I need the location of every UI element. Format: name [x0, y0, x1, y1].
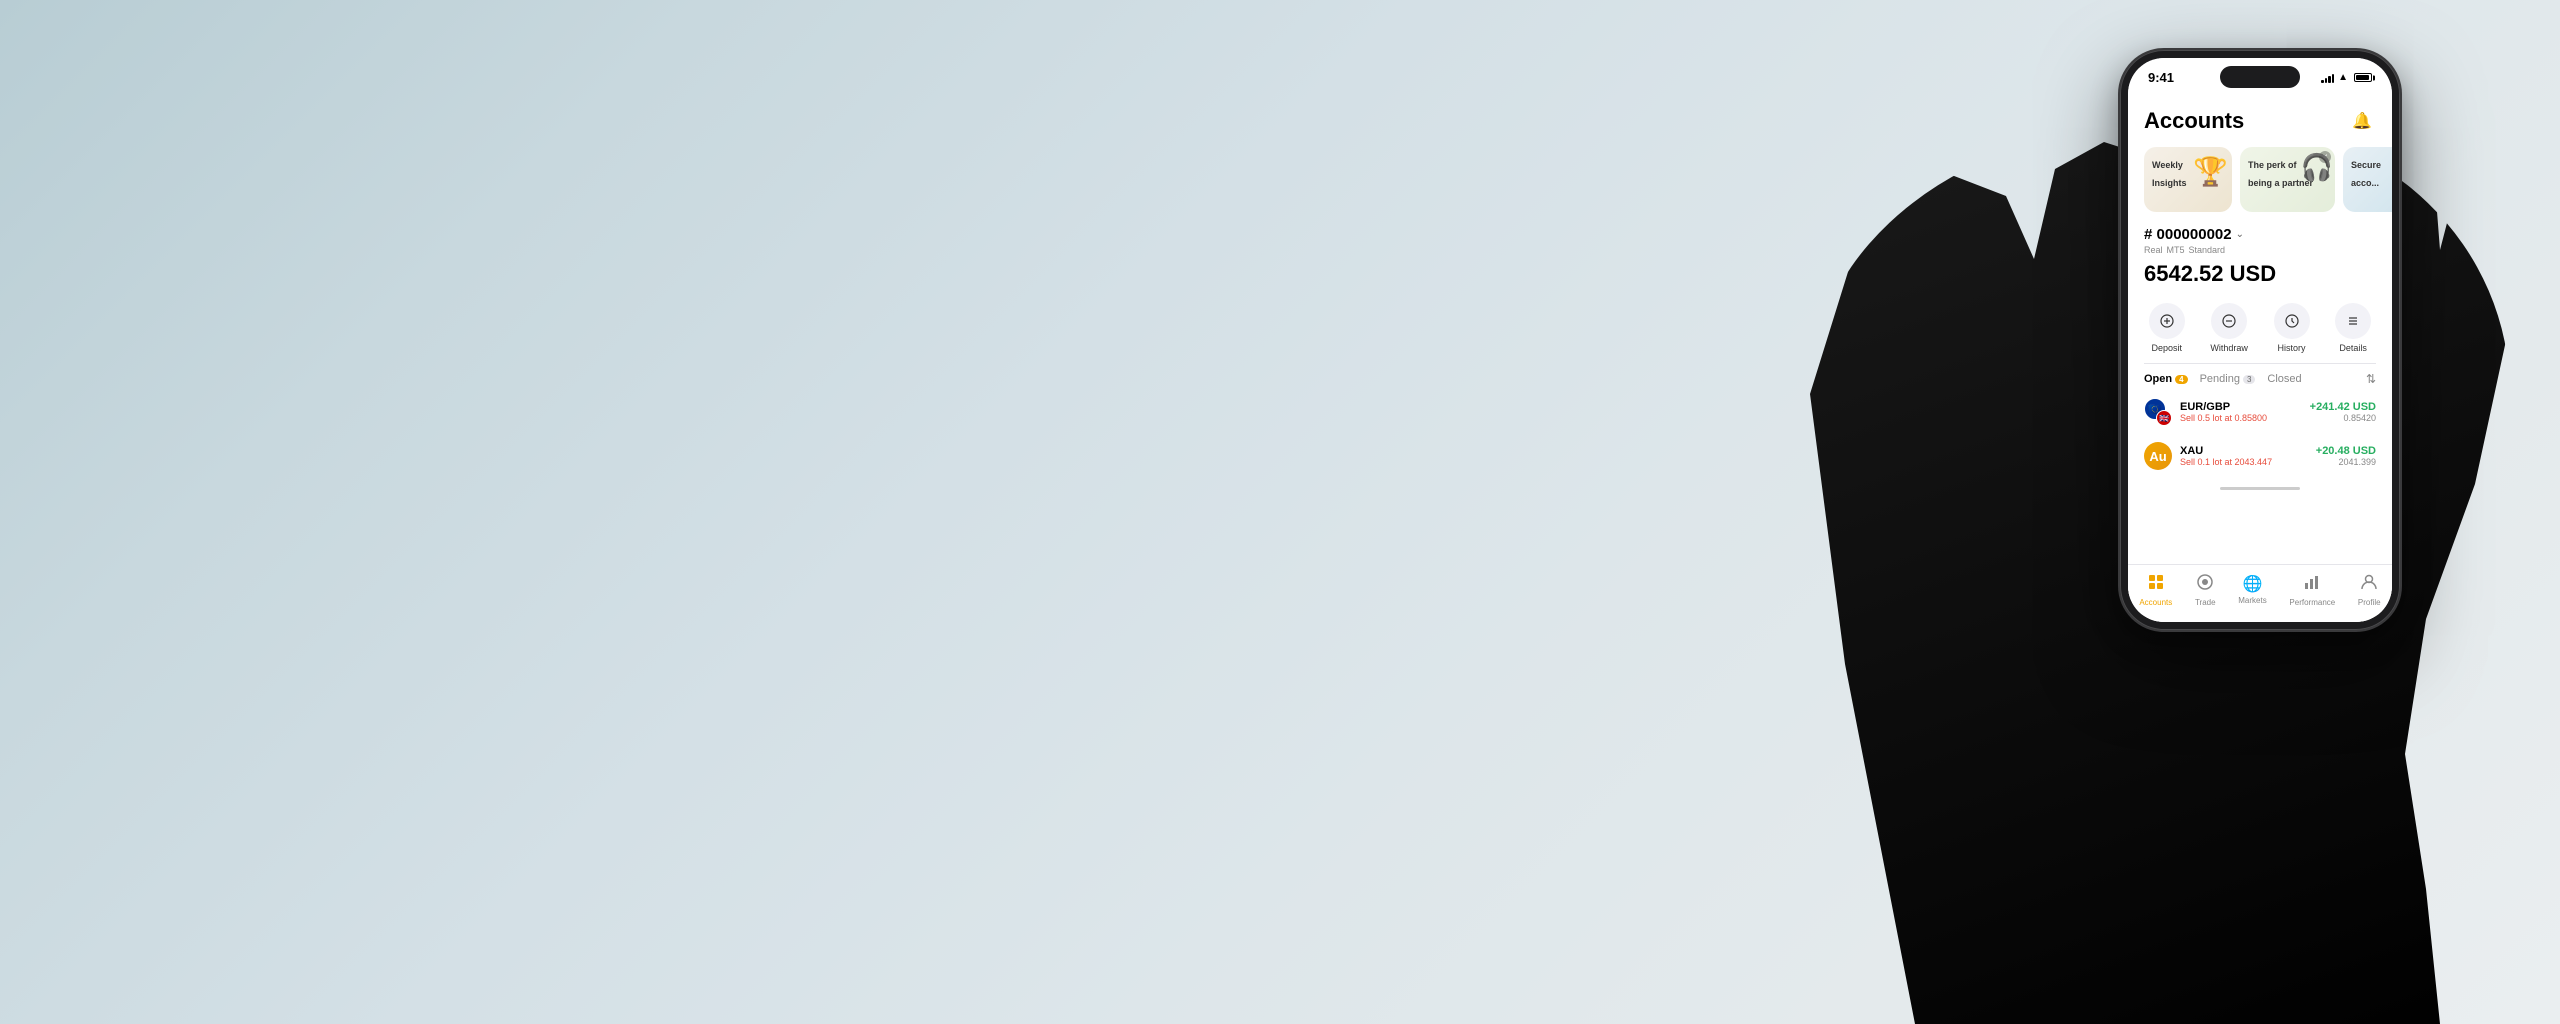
secure-account-card[interactable]: Secureacco...	[2343, 147, 2392, 212]
phone-device: 9:41 ▲	[2120, 50, 2400, 630]
performance-nav-label: Performance	[2289, 598, 2335, 607]
sort-icon[interactable]: ⇅	[2366, 372, 2376, 386]
deposit-button[interactable]: Deposit	[2149, 303, 2185, 353]
weekly-insights-label: WeeklyInsights	[2152, 160, 2187, 188]
history-label: History	[2278, 343, 2306, 353]
notifications-button[interactable]: 🔔	[2348, 107, 2376, 135]
partner-perk-card[interactable]: The perk ofbeing a partner ✕ 🎧	[2240, 147, 2335, 212]
home-bar	[2220, 487, 2300, 490]
details-label: Details	[2339, 343, 2367, 353]
history-icon	[2274, 303, 2310, 339]
dynamic-island	[2220, 66, 2300, 88]
deposit-label: Deposit	[2152, 343, 2183, 353]
trade-left-xau: Au XAU Sell 0.1 lot at 2043.447	[2144, 442, 2272, 470]
trade-info-eurgbp: EUR/GBP Sell 0.5 lot at 0.85800	[2180, 401, 2267, 423]
deposit-icon	[2149, 303, 2185, 339]
trade-detail-xau: Sell 0.1 lot at 2043.447	[2180, 457, 2272, 467]
account-tag-mt5: MT5	[2167, 245, 2185, 255]
app-content: Accounts 🔔 WeeklyInsights 🏆 The perk ofb…	[2128, 91, 2392, 622]
profile-nav-label: Profile	[2358, 598, 2381, 607]
trophy-icon: 🏆	[2193, 155, 2228, 188]
bell-icon: 🔔	[2352, 111, 2372, 131]
markets-nav-icon: 🌐	[2243, 574, 2263, 594]
status-icons: ▲	[2321, 72, 2372, 83]
trades-tabs-row: Open 4 Pending 3 Closed ⇅	[2128, 364, 2392, 390]
tab-closed-label: Closed	[2267, 373, 2301, 385]
tab-open-label: Open	[2144, 373, 2172, 385]
nav-profile[interactable]: Profile	[2358, 573, 2381, 607]
performance-nav-icon	[2303, 573, 2321, 596]
details-button[interactable]: Details	[2335, 303, 2371, 353]
gbp-flag: 🇬🇧	[2156, 410, 2172, 426]
home-indicator	[2128, 478, 2392, 498]
trade-price-xau: 2041.399	[2338, 457, 2376, 467]
account-tag-real: Real	[2144, 245, 2163, 255]
tab-pending-label: Pending	[2200, 373, 2240, 385]
wifi-icon: ▲	[2338, 72, 2348, 83]
account-section: # 000000002 ⌄ Real MT5 Standard 6542.52 …	[2128, 218, 2392, 303]
trade-nav-icon	[2196, 573, 2214, 596]
xau-icon: Au	[2144, 442, 2172, 470]
weekly-insights-card[interactable]: WeeklyInsights 🏆	[2144, 147, 2232, 212]
page-title: Accounts	[2144, 108, 2244, 134]
account-selector-chevron: ⌄	[2236, 229, 2244, 240]
withdraw-button[interactable]: Withdraw	[2210, 303, 2248, 353]
tab-pending[interactable]: Pending 3	[2200, 373, 2256, 385]
withdraw-label: Withdraw	[2210, 343, 2248, 353]
eurgbp-flags: 🇪🇺 🇬🇧	[2144, 398, 2172, 426]
account-balance: 6542.52 USD	[2144, 261, 2376, 287]
trade-detail-eurgbp: Sell 0.5 lot at 0.85800	[2180, 413, 2267, 423]
account-tag-standard: Standard	[2189, 245, 2226, 255]
account-number-row[interactable]: # 000000002 ⌄	[2144, 226, 2376, 243]
trade-pnl-xau: +20.48 USD	[2316, 445, 2376, 457]
trade-info-xau: XAU Sell 0.1 lot at 2043.447	[2180, 445, 2272, 467]
tab-pending-badge: 3	[2243, 375, 2255, 384]
trade-price-eurgbp: 0.85420	[2343, 413, 2376, 423]
markets-nav-label: Markets	[2238, 596, 2266, 605]
history-button[interactable]: History	[2274, 303, 2310, 353]
earbuds-icon: 🎧	[2301, 152, 2333, 183]
signal-icon	[2321, 73, 2334, 83]
accounts-nav-label: Accounts	[2139, 598, 2172, 607]
tab-open-badge: 4	[2175, 375, 2187, 384]
trade-pair-xau: XAU	[2180, 445, 2272, 457]
trade-pair-eurgbp: EUR/GBP	[2180, 401, 2267, 413]
withdraw-icon	[2211, 303, 2247, 339]
details-icon	[2335, 303, 2371, 339]
table-row: Au XAU Sell 0.1 lot at 2043.447 +20.48 U…	[2128, 434, 2392, 478]
bottom-navigation: Accounts Trade 🌐 Markets	[2128, 564, 2392, 622]
nav-accounts[interactable]: Accounts	[2139, 573, 2172, 607]
table-row: 🇪🇺 🇬🇧 EUR/GBP Sell 0.5 lot at 0.85800 +2…	[2128, 390, 2392, 434]
nav-markets[interactable]: 🌐 Markets	[2238, 574, 2266, 605]
trade-right-eurgbp: +241.42 USD 0.85420	[2310, 401, 2376, 423]
account-number: # 000000002	[2144, 226, 2232, 243]
trade-nav-label: Trade	[2195, 598, 2216, 607]
trade-right-xau: +20.48 USD 2041.399	[2316, 445, 2376, 467]
battery-icon	[2354, 73, 2372, 82]
phone-screen: 9:41 ▲	[2128, 58, 2392, 622]
app-header: Accounts 🔔	[2128, 99, 2392, 141]
trade-left-eurgbp: 🇪🇺 🇬🇧 EUR/GBP Sell 0.5 lot at 0.85800	[2144, 398, 2267, 426]
status-time: 9:41	[2148, 70, 2174, 85]
action-buttons-row: Deposit Withdraw	[2128, 303, 2392, 363]
secure-account-label: Secureacco...	[2351, 160, 2381, 188]
tab-closed[interactable]: Closed	[2267, 373, 2301, 385]
main-background: 9:41 ▲	[0, 0, 2560, 1024]
profile-nav-icon	[2360, 573, 2378, 596]
trade-pnl-eurgbp: +241.42 USD	[2310, 401, 2376, 413]
nav-performance[interactable]: Performance	[2289, 573, 2335, 607]
accounts-nav-icon	[2147, 573, 2165, 596]
account-tags-row: Real MT5 Standard	[2144, 245, 2376, 255]
nav-trade[interactable]: Trade	[2195, 573, 2216, 607]
promo-cards-row: WeeklyInsights 🏆 The perk ofbeing a part…	[2128, 141, 2392, 218]
tab-open[interactable]: Open 4	[2144, 373, 2188, 385]
